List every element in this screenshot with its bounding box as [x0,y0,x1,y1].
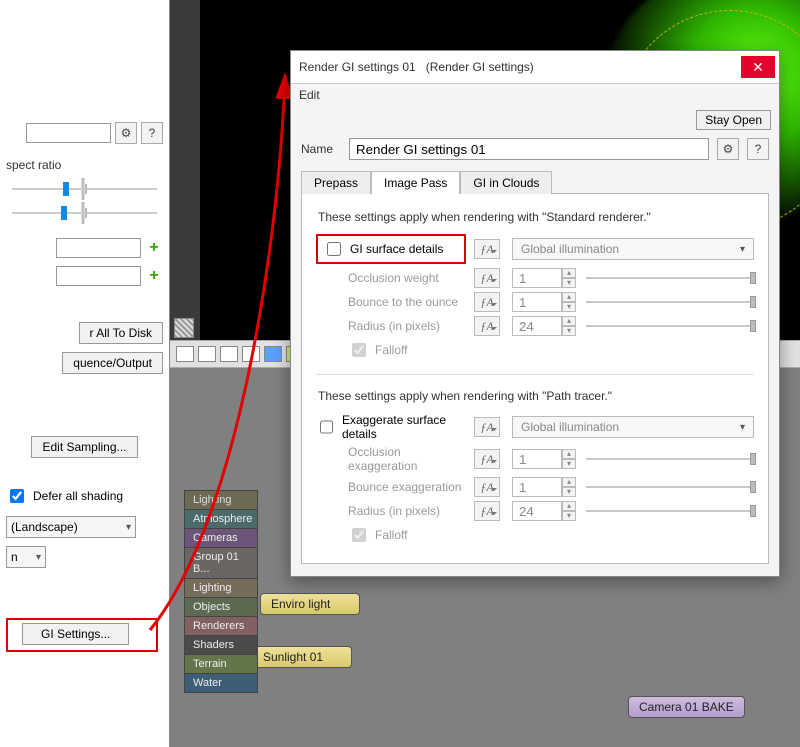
tab-body: These settings apply when rendering with… [301,193,769,564]
tab-gi-clouds[interactable]: GI in Clouds [460,171,552,194]
script-icon[interactable]: ƒA [474,316,500,336]
bounce-exag-label: Bounce exaggeration [316,480,466,494]
dialog-title: Render GI settings 01 (Render GI setting… [299,60,534,74]
gear-icon[interactable]: ⚙ [717,138,739,160]
global-illum-select[interactable]: Global illumination▾ [512,238,754,260]
edit-sampling-button[interactable]: Edit Sampling... [31,436,137,458]
aspect-slider-1[interactable] [6,178,163,200]
tab-prepass[interactable]: Prepass [301,171,371,194]
field-b[interactable] [56,266,141,286]
all-to-disk-button[interactable]: r All To Disk [79,322,163,344]
help-icon[interactable]: ? [747,138,769,160]
occlusion-exag-slider[interactable] [586,451,754,467]
script-icon[interactable]: ƒA [474,501,500,521]
tab-image-pass[interactable]: Image Pass [371,171,460,194]
spin-down[interactable]: ▾ [562,278,576,288]
sequence-output-button[interactable]: quence/Output [62,352,163,374]
cat-atmosphere[interactable]: Atmosphere [184,510,258,529]
gear-icon[interactable]: ⚙ [115,122,137,144]
orientation-select[interactable]: (Landscape)▾ [6,516,136,538]
bounce-ounce-label: Bounce to the ounce [316,295,466,309]
field-a[interactable] [56,238,141,258]
category-list: Lighting Atmosphere Cameras Group 01 B..… [184,490,258,693]
std-sentence: These settings apply when rendering with… [318,210,754,224]
bounce-ounce-input[interactable] [512,292,562,312]
gi-surface-details-label: GI surface details [350,242,443,256]
occlusion-exag-label: Occlusion exaggeration [316,445,466,473]
falloff-checkbox[interactable] [352,343,366,357]
occlusion-weight-input[interactable] [512,268,562,288]
edit-menu[interactable]: Edit [299,88,320,102]
occlusion-exag-input[interactable] [512,449,562,469]
cat-renderers[interactable]: Renderers [184,617,258,636]
pt-sentence: These settings apply when rendering with… [318,389,754,403]
help-icon[interactable]: ? [141,122,163,144]
tool-icon[interactable] [176,346,194,362]
gi-surface-details-checkbox[interactable] [327,242,341,256]
tool-icon[interactable] [264,346,282,362]
node-enviro-light[interactable]: Enviro light [260,593,360,615]
bounce-ounce-slider[interactable] [586,294,754,310]
falloff-label: Falloff [375,343,407,357]
script-icon[interactable]: ƒA [474,449,500,469]
script-icon[interactable]: ƒA [474,239,500,259]
highlight-gi-surface: GI surface details [316,234,466,264]
exaggerate-checkbox[interactable] [320,420,333,434]
cat-lighting[interactable]: Lighting [184,579,258,598]
global-illum-select-2[interactable]: Global illumination▾ [512,416,754,438]
radius-input[interactable] [512,316,562,336]
spin-up[interactable]: ▴ [562,268,576,278]
node-sunlight[interactable]: Sunlight 01 [252,646,352,668]
radius-slider-2[interactable] [586,503,754,519]
cat-cameras[interactable]: Cameras [184,529,258,548]
cat-objects[interactable]: Objects [184,598,258,617]
radius-px-label: Radius (in pixels) [316,319,466,333]
hatch-icon[interactable] [174,318,194,338]
n-select[interactable]: n▾ [6,546,46,568]
exaggerate-label: Exaggerate surface details [342,413,466,441]
occlusion-weight-label: Occlusion weight [316,271,466,285]
app-stage: ⚙ ? spect ratio + + r All To Disk quence… [0,0,800,747]
radius-slider[interactable] [586,318,754,334]
cat-terrain[interactable]: Terrain [184,655,258,674]
highlight-gi-settings [6,618,158,652]
script-icon[interactable]: ƒA [474,477,500,497]
radius-input-2[interactable] [512,501,562,521]
aspect-slider-2[interactable] [6,202,163,224]
stay-open-button[interactable]: Stay Open [696,110,771,130]
close-button[interactable]: ✕ [741,56,775,78]
bounce-exag-input[interactable] [512,477,562,497]
radius-px-label-2: Radius (in pixels) [316,504,466,518]
tool-icon[interactable] [220,346,238,362]
cat-shaders[interactable]: Shaders [184,636,258,655]
defer-shading-label: Defer all shading [33,489,123,503]
script-icon[interactable]: ƒA [474,292,500,312]
gi-settings-dialog: Render GI settings 01 (Render GI setting… [290,50,780,577]
resolution-input[interactable] [26,123,111,143]
script-icon[interactable]: ƒA [474,417,500,437]
cat-group[interactable]: Group 01 B... [184,548,258,579]
name-label: Name [301,142,341,156]
script-icon[interactable]: ƒA [474,268,500,288]
falloff-checkbox-2[interactable] [352,528,366,542]
falloff-label-2: Falloff [375,528,407,542]
category-head[interactable]: Lighting [184,490,258,510]
node-camera-bake[interactable]: Camera 01 BAKE [628,696,745,718]
bounce-exag-slider[interactable] [586,479,754,495]
cat-water[interactable]: Water [184,674,258,693]
plus-icon[interactable]: + [145,267,163,285]
tool-icon[interactable] [242,346,260,362]
defer-shading-checkbox[interactable] [10,489,24,503]
name-input[interactable] [349,138,709,160]
tool-icon[interactable] [198,346,216,362]
plus-icon[interactable]: + [145,239,163,257]
aspect-ratio-label: spect ratio [6,152,163,172]
occlusion-weight-slider[interactable] [586,270,754,286]
